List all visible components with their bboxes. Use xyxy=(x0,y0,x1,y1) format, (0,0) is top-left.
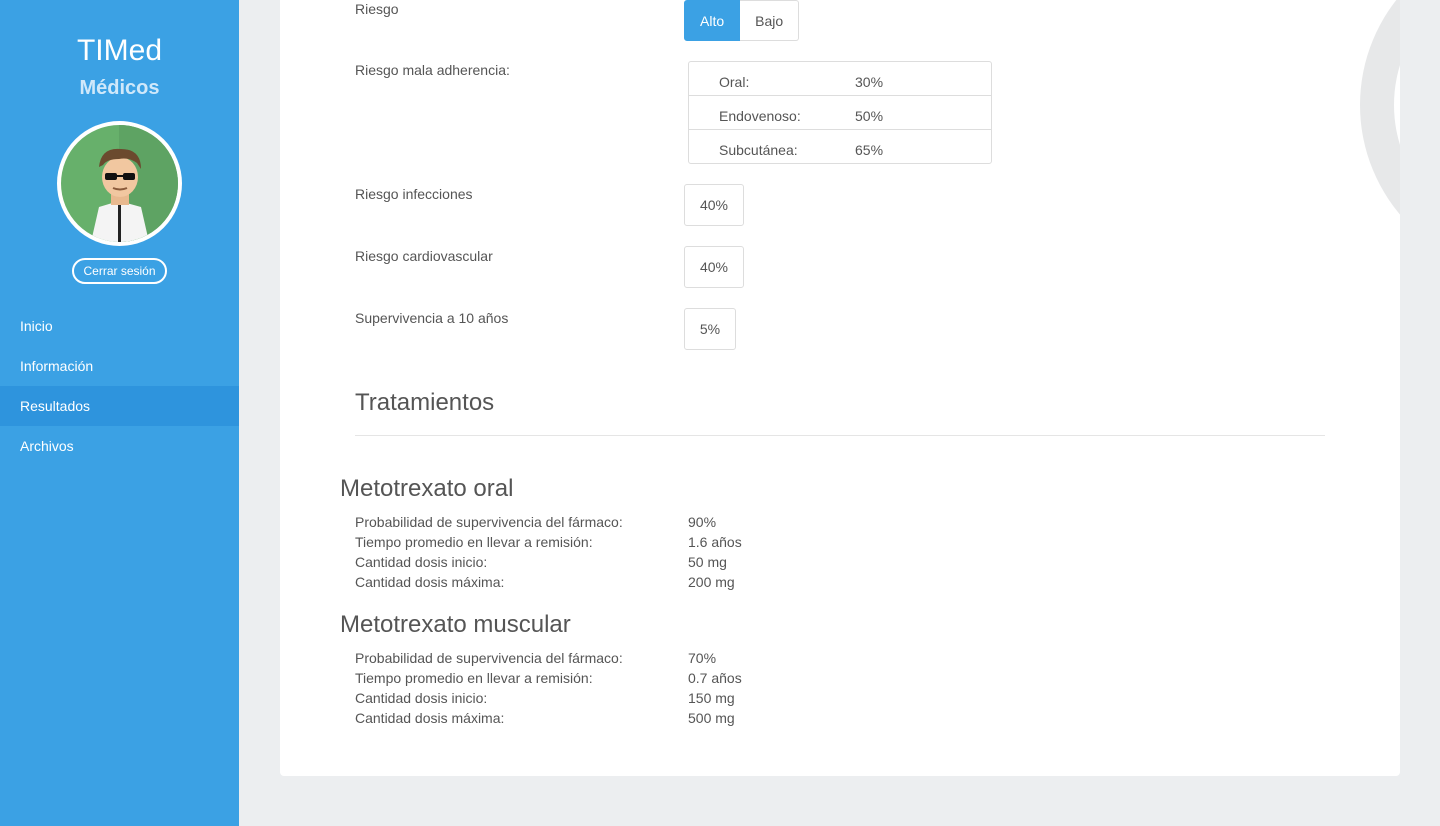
supervivencia-label: Supervivencia a 10 años xyxy=(355,310,509,326)
riesgo-label: Riesgo xyxy=(355,1,399,17)
adherencia-table: Oral: 30% Endovenoso: 50% Subcutánea: 65… xyxy=(688,61,992,164)
drug-key: Cantidad dosis inicio: xyxy=(355,690,488,706)
app-subbrand: Médicos xyxy=(79,77,160,99)
riesgo-option-alto[interactable]: Alto xyxy=(684,0,741,41)
adherencia-value: 65% xyxy=(855,142,884,158)
drug-value: 0.7 años xyxy=(688,670,742,686)
drug-key: Cantidad dosis inicio: xyxy=(355,554,488,570)
drug-key: Cantidad dosis máxima: xyxy=(355,710,505,726)
drug-key: Tiempo promedio en llevar a remisión: xyxy=(355,670,593,686)
drug-value: 90% xyxy=(688,514,717,530)
logout-button[interactable]: Cerrar sesión xyxy=(72,258,167,284)
drug-title: Metotrexato oral xyxy=(340,475,514,502)
cardiovascular-label: Riesgo cardiovascular xyxy=(355,248,493,264)
adherencia-key: Subcutánea: xyxy=(719,142,798,158)
section-divider xyxy=(355,435,1325,436)
sidebar-nav: Inicio Información Resultados Archivos xyxy=(0,306,239,466)
sidebar: TIMed Médicos Cerrar sesión Inicio Infor… xyxy=(0,0,239,826)
table-row: Endovenoso: 50% xyxy=(689,96,991,130)
drug-title: Metotrexato muscular xyxy=(340,611,571,638)
supervivencia-value: 5% xyxy=(684,308,736,350)
adherencia-label: Riesgo mala adherencia: xyxy=(355,62,510,78)
tratamientos-title: Tratamientos xyxy=(355,389,495,416)
drug-value: 200 mg xyxy=(688,574,735,590)
sidebar-item-resultados[interactable]: Resultados xyxy=(0,386,239,426)
drug-value: 70% xyxy=(688,650,717,666)
drug-key: Probabilidad de supervivencia del fármac… xyxy=(355,650,623,666)
cardiovascular-value: 40% xyxy=(684,246,744,288)
app-brand: TIMed xyxy=(76,34,163,67)
drug-key: Cantidad dosis máxima: xyxy=(355,574,505,590)
drug-value: 500 mg xyxy=(688,710,735,726)
drug-value: 50 mg xyxy=(688,554,727,570)
drug-value: 1.6 años xyxy=(688,534,742,550)
sidebar-item-inicio[interactable]: Inicio xyxy=(0,306,239,346)
magnifier-watermark-icon xyxy=(1360,0,1400,215)
table-row: Subcutánea: 65% xyxy=(689,130,991,164)
drug-value: 150 mg xyxy=(688,690,735,706)
sidebar-item-archivos[interactable]: Archivos xyxy=(0,426,239,466)
doctor-avatar-icon xyxy=(57,121,182,246)
infecciones-label: Riesgo infecciones xyxy=(355,186,473,202)
table-row: Oral: 30% xyxy=(689,62,991,96)
infecciones-value: 40% xyxy=(684,184,744,226)
drug-key: Probabilidad de supervivencia del fármac… xyxy=(355,514,623,530)
riesgo-option-bajo[interactable]: Bajo xyxy=(740,0,800,41)
sidebar-item-informacion[interactable]: Información xyxy=(0,346,239,386)
riesgo-toggle: Alto Bajo xyxy=(684,0,800,41)
drug-key: Tiempo promedio en llevar a remisión: xyxy=(355,534,593,550)
